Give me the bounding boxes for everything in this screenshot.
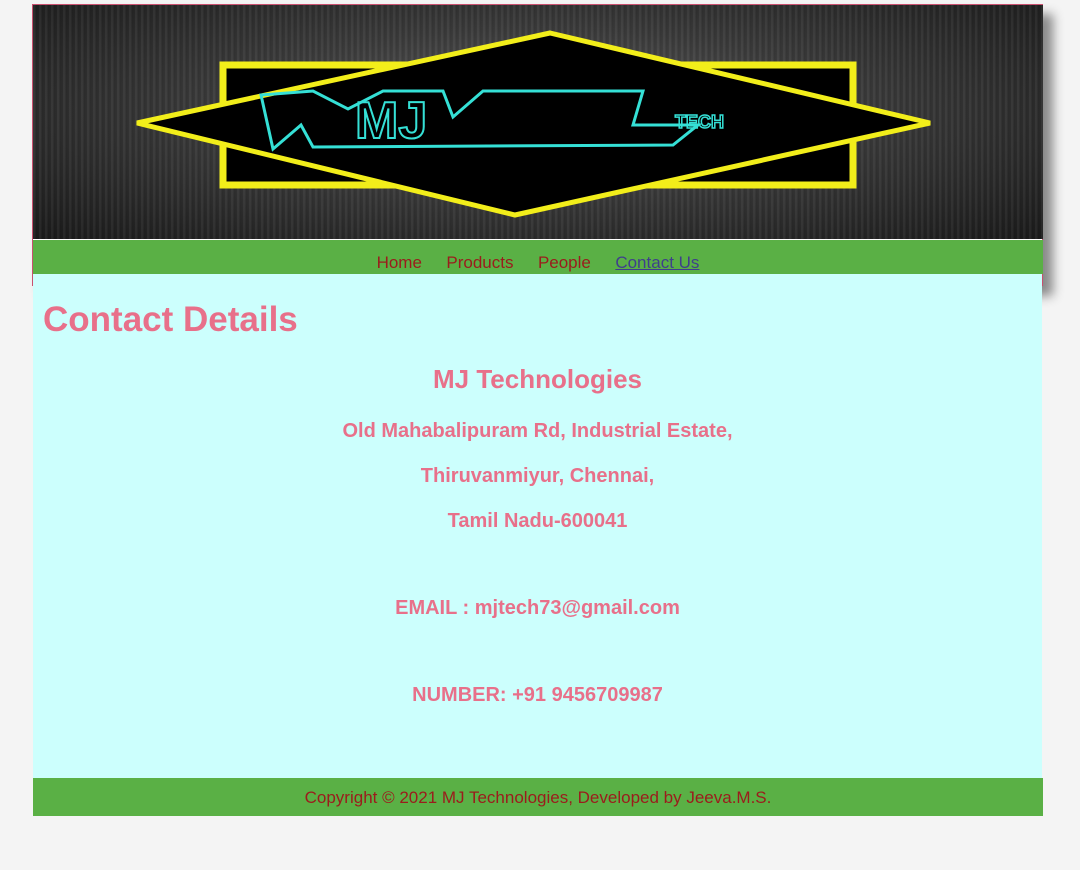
banner: MJ TECH bbox=[33, 5, 1043, 239]
footer-copyright: Copyright © 2021 MJ Technologies, Develo… bbox=[33, 778, 1043, 816]
contact-email: EMAIL : mjtech73@gmail.com bbox=[395, 597, 680, 619]
main-nav: Home Products People Contact Us bbox=[33, 240, 1043, 274]
nav-people[interactable]: People bbox=[538, 240, 591, 274]
address-line-3: Tamil Nadu-600041 bbox=[447, 510, 628, 532]
mj-tech-logo: MJ TECH bbox=[136, 30, 931, 218]
nav-contact-us[interactable]: Contact Us bbox=[615, 240, 699, 274]
contact-content: Contact Details MJ Technologies Old Maha… bbox=[33, 274, 1042, 778]
company-name: MJ Technologies bbox=[433, 364, 642, 394]
page-title: Contact Details bbox=[43, 300, 298, 339]
logo-main-text: MJ bbox=[355, 92, 427, 150]
logo-sub-text: TECH bbox=[675, 112, 724, 132]
nav-home[interactable]: Home bbox=[377, 240, 422, 274]
nav-products[interactable]: Products bbox=[446, 240, 513, 274]
address-line-1: Old Mahabalipuram Rd, Industrial Estate, bbox=[342, 420, 733, 442]
contact-number: NUMBER: +91 9456709987 bbox=[412, 684, 663, 706]
address-line-2: Thiruvanmiyur, Chennai, bbox=[420, 465, 655, 487]
